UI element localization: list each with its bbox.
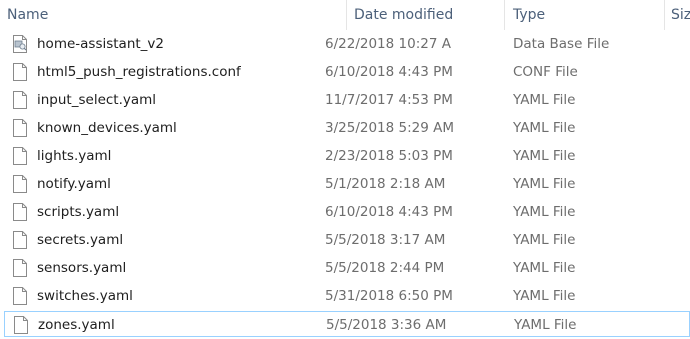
file-date-modified: 3/25/2018 5:29 AM [325,120,455,136]
file-row[interactable]: home-assistant_v2 6/22/2018 10:27 A Data B… [4,31,690,57]
file-type: YAML File [513,204,576,220]
file-type: YAML File [513,176,576,192]
file-row[interactable]: html5_push_registrations.conf 6/10/2018 4… [4,59,690,85]
document-icon [12,91,28,109]
file-name: lights.yaml [37,148,112,164]
document-icon [13,316,29,334]
file-name: input_select.yaml [37,92,157,108]
file-row[interactable]: input_select.yaml 11/7/2017 4:53 PM YAML F… [4,87,690,113]
file-date-modified: 5/5/2018 3:36 AM [326,317,447,333]
document-icon [12,175,28,193]
document-icon [12,203,28,221]
document-icon [12,287,28,305]
file-row[interactable]: notify.yaml 5/1/2018 2:18 AM YAML File [4,171,690,197]
document-icon [12,119,28,137]
file-name: known_devices.yaml [37,120,177,136]
file-date-modified: 2/23/2018 5:03 PM [325,148,453,164]
file-name: sensors.yaml [37,260,127,276]
file-type: Data Base File [513,36,610,52]
file-type: YAML File [513,120,576,136]
file-name: html5_push_registrations.conf [37,64,241,80]
file-name: scripts.yaml [37,204,120,220]
document-icon [12,231,28,249]
column-header-date-modified[interactable]: Date modified [346,0,504,30]
file-date-modified: 6/10/2018 4:43 PM [325,64,453,80]
database-file-icon [12,35,28,53]
file-date-modified: 5/31/2018 6:50 PM [325,288,453,304]
file-row[interactable]: known_devices.yaml 3/25/2018 5:29 AM YAML … [4,115,690,141]
file-row[interactable]: zones.yaml 5/5/2018 3:36 AM YAML File [4,311,690,337]
column-header-name[interactable]: Name [0,0,346,30]
document-icon [12,63,28,81]
file-type: YAML File [514,317,577,333]
file-row[interactable]: secrets.yaml 5/5/2018 3:17 AM YAML File [4,227,690,253]
file-row[interactable]: sensors.yaml 5/5/2018 2:44 PM YAML File [4,255,690,281]
file-row[interactable]: scripts.yaml 6/10/2018 4:43 PM YAML File [4,199,690,225]
file-date-modified: 5/5/2018 3:17 AM [325,232,446,248]
file-type: YAML File [513,260,576,276]
file-type: CONF File [513,64,578,80]
file-name: zones.yaml [38,317,115,333]
file-date-modified: 5/5/2018 2:44 PM [325,260,445,276]
file-name: notify.yaml [37,176,111,192]
file-date-modified: 5/1/2018 2:18 AM [325,176,446,192]
column-header-row: Name Date modified Type Siz [0,0,690,30]
file-type: YAML File [513,288,576,304]
file-row[interactable]: lights.yaml 2/23/2018 5:03 PM YAML File [4,143,690,169]
file-date-modified: 6/10/2018 4:43 PM [325,204,453,220]
file-date-modified: 6/22/2018 10:27 A [325,36,451,52]
file-name: home-assistant_v2 [37,36,165,52]
file-type: YAML File [513,232,576,248]
file-date-modified: 11/7/2017 4:53 PM [325,92,453,108]
file-type: YAML File [513,148,576,164]
file-row[interactable]: switches.yaml 5/31/2018 6:50 PM YAML File [4,283,690,309]
column-header-type[interactable]: Type [504,0,664,30]
document-icon [12,259,28,277]
file-name: switches.yaml [37,288,133,304]
document-icon [12,147,28,165]
column-header-size[interactable]: Siz [664,0,690,30]
file-explorer-list: Name Date modified Type Siz home-assista… [0,0,690,339]
file-name: secrets.yaml [37,232,124,248]
file-type: YAML File [513,92,576,108]
